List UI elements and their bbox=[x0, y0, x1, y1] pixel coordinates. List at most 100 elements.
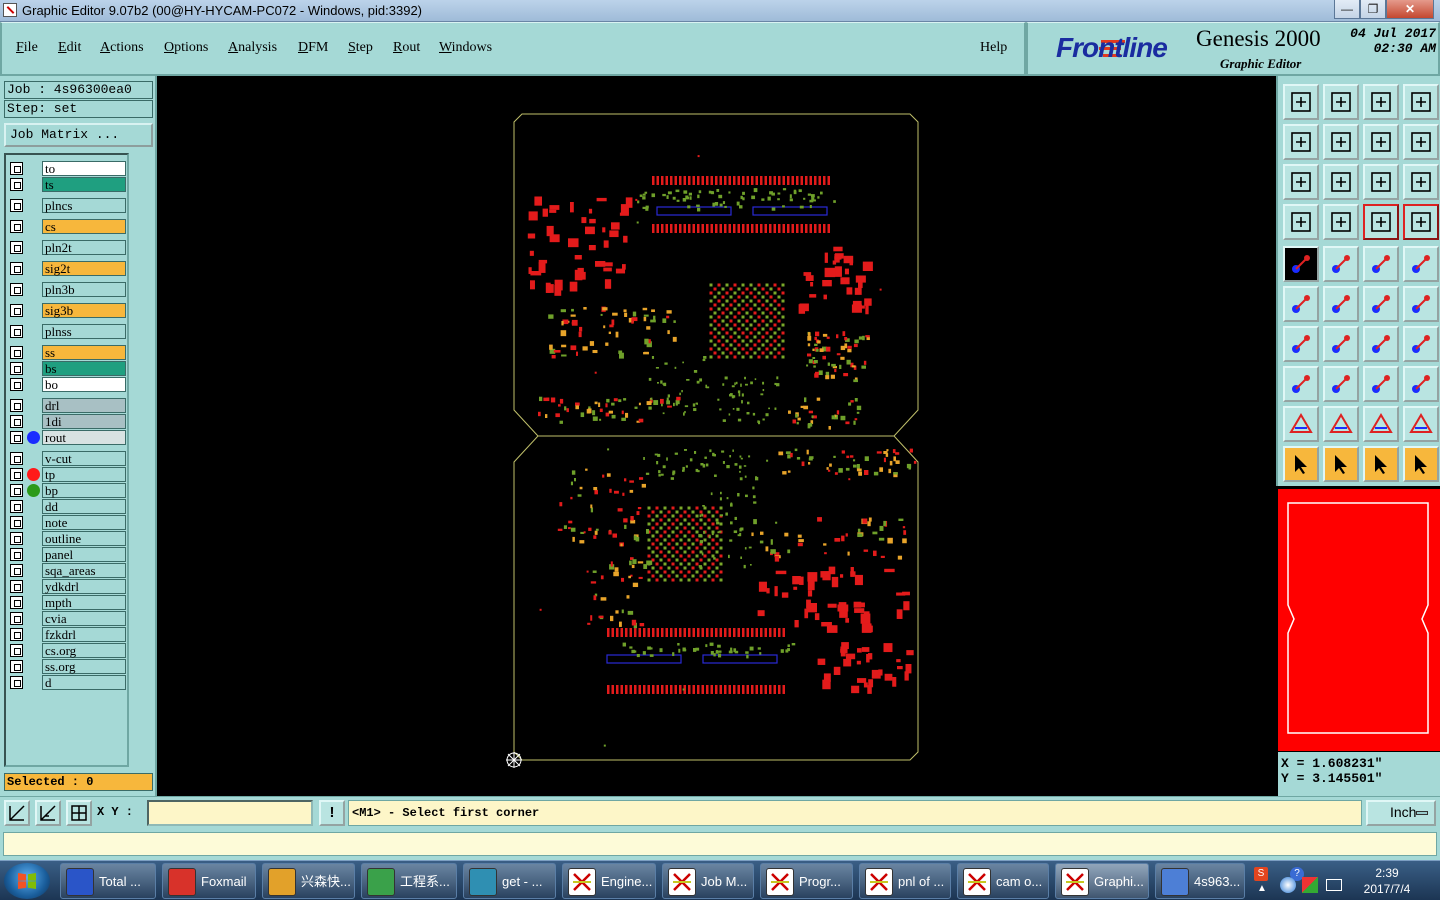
layer-checkbox[interactable] bbox=[10, 596, 23, 609]
layer-checkbox[interactable] bbox=[10, 532, 23, 545]
close-button[interactable]: ✕ bbox=[1386, 0, 1434, 19]
layer-name[interactable]: d bbox=[42, 675, 126, 690]
resize-icon[interactable] bbox=[1363, 366, 1399, 402]
layer-row-1di[interactable]: 1di bbox=[8, 414, 126, 429]
open-job-icon[interactable] bbox=[1283, 84, 1319, 120]
layer-name[interactable]: ss.org bbox=[42, 659, 126, 674]
menu-rout[interactable]: Rout bbox=[393, 40, 420, 56]
network-icon[interactable] bbox=[1326, 879, 1342, 891]
menu-windows[interactable]: Windows bbox=[439, 40, 492, 56]
layer-name[interactable]: sqa_areas bbox=[42, 563, 126, 578]
layer-row-sig2t[interactable]: sig2t bbox=[8, 261, 126, 276]
layer-checkbox[interactable] bbox=[10, 452, 23, 465]
layer-checkbox[interactable] bbox=[10, 178, 23, 191]
layer-checkbox[interactable] bbox=[10, 241, 23, 254]
layer-row-bp[interactable]: bp bbox=[8, 483, 126, 498]
layer-name[interactable]: fzkdrl bbox=[42, 627, 126, 642]
layer-row-bs[interactable]: bs bbox=[8, 361, 126, 376]
layer-checkbox[interactable] bbox=[10, 676, 23, 689]
taskbar-item[interactable]: get - ... bbox=[463, 863, 556, 899]
layer-name[interactable]: sig2t bbox=[42, 261, 126, 276]
layer-name[interactable]: ts bbox=[42, 177, 126, 192]
layer-checkbox[interactable] bbox=[10, 415, 23, 428]
menu-options[interactable]: Options bbox=[164, 40, 208, 56]
measure-tool-icon[interactable] bbox=[1283, 204, 1319, 240]
layer-row-bo[interactable]: bo bbox=[8, 377, 126, 392]
layer-row-panel[interactable]: panel bbox=[8, 547, 126, 562]
layer-name[interactable]: cvia bbox=[42, 611, 126, 626]
unit-selector[interactable]: Inch bbox=[1366, 800, 1436, 826]
save-icon[interactable] bbox=[1323, 84, 1359, 120]
layer-row-to[interactable]: to bbox=[8, 161, 126, 176]
layer-row-pln3b[interactable]: pln3b bbox=[8, 282, 126, 297]
layer-display-dot-icon[interactable] bbox=[27, 468, 40, 481]
delete-icon[interactable] bbox=[1323, 286, 1359, 322]
layer-name[interactable]: plnss bbox=[42, 324, 126, 339]
taskbar-item[interactable]: Job M... bbox=[662, 863, 754, 899]
layer-name[interactable]: cs bbox=[42, 219, 126, 234]
layer-name[interactable]: mpth bbox=[42, 595, 126, 610]
rotate-icon[interactable] bbox=[1363, 326, 1399, 362]
move-icon[interactable] bbox=[1283, 366, 1319, 402]
layer-row-cvia[interactable]: cvia bbox=[8, 611, 126, 626]
fit-icon[interactable] bbox=[1283, 164, 1319, 200]
import-icon[interactable] bbox=[1283, 124, 1319, 160]
home-icon[interactable] bbox=[1363, 84, 1399, 120]
angle-icon[interactable] bbox=[1283, 326, 1319, 362]
layer-row-note[interactable]: note bbox=[8, 515, 126, 530]
taskbar-item[interactable]: Engine... bbox=[562, 863, 656, 899]
layer-checkbox[interactable] bbox=[10, 362, 23, 375]
show-hidden-icons[interactable]: ▲ bbox=[1256, 883, 1268, 894]
triangle1-icon[interactable] bbox=[1283, 406, 1319, 442]
layer-checkbox[interactable] bbox=[10, 346, 23, 359]
layer-name[interactable]: ss bbox=[42, 345, 126, 360]
zoom-box-icon[interactable] bbox=[4, 800, 30, 826]
layer-checkbox[interactable] bbox=[10, 580, 23, 593]
xy-input[interactable] bbox=[147, 800, 313, 826]
layer-checkbox[interactable] bbox=[10, 162, 23, 175]
layer-checkbox[interactable] bbox=[10, 220, 23, 233]
layer-row-ts[interactable]: ts bbox=[8, 177, 126, 192]
layer-row-ydkdrl[interactable]: ydkdrl bbox=[8, 579, 126, 594]
layer-row-sig3b[interactable]: sig3b bbox=[8, 303, 126, 318]
layer-name[interactable]: plncs bbox=[42, 198, 126, 213]
tray-app-icon[interactable]: S bbox=[1254, 867, 1268, 881]
layer-name[interactable]: note bbox=[42, 515, 126, 530]
menu-actions[interactable]: Actions bbox=[100, 40, 144, 56]
layer-checkbox[interactable] bbox=[10, 612, 23, 625]
menu-step[interactable]: Step bbox=[348, 40, 373, 56]
minus-icon[interactable] bbox=[1323, 366, 1359, 402]
layer-checkbox[interactable] bbox=[10, 399, 23, 412]
connect-icon[interactable] bbox=[1283, 286, 1319, 322]
layer-name[interactable]: 1di bbox=[42, 414, 126, 429]
layer-name[interactable]: rout bbox=[42, 430, 126, 445]
menu-help[interactable]: Help bbox=[980, 40, 1007, 56]
layer-row-v-cut[interactable]: v-cut bbox=[8, 451, 126, 466]
maximize-button[interactable]: ❐ bbox=[1360, 0, 1386, 19]
menu-file[interactable]: File bbox=[16, 40, 38, 56]
layer-name[interactable]: cs.org bbox=[42, 643, 126, 658]
layer-checkbox[interactable] bbox=[10, 484, 23, 497]
taskbar-item[interactable]: Total ... bbox=[60, 863, 156, 899]
camera-icon[interactable] bbox=[1283, 246, 1319, 282]
pcb-view[interactable] bbox=[157, 76, 1276, 796]
layer-checkbox[interactable] bbox=[10, 304, 23, 317]
pointer-icon[interactable] bbox=[1283, 446, 1319, 482]
layer-checkbox[interactable] bbox=[10, 262, 23, 275]
layer-checkbox[interactable] bbox=[10, 644, 23, 657]
copy-icon[interactable] bbox=[1403, 366, 1439, 402]
minimize-button[interactable]: — bbox=[1334, 0, 1360, 19]
layer-row-cs.org[interactable]: cs.org bbox=[8, 643, 126, 658]
layer-checkbox[interactable] bbox=[10, 516, 23, 529]
taskbar-item[interactable]: Graphi... bbox=[1055, 863, 1149, 899]
layer-display-dot-icon[interactable] bbox=[27, 484, 40, 497]
triangle2-icon[interactable] bbox=[1323, 406, 1359, 442]
layer-checkbox[interactable] bbox=[10, 283, 23, 296]
triangle4-icon[interactable] bbox=[1403, 406, 1439, 442]
start-button[interactable] bbox=[4, 863, 50, 899]
layer-name[interactable]: to bbox=[42, 161, 126, 176]
layer-name[interactable]: outline bbox=[42, 531, 126, 546]
swap-icon[interactable] bbox=[1363, 124, 1399, 160]
layer-red-icon[interactable] bbox=[1363, 204, 1399, 240]
layer-row-tp[interactable]: tp bbox=[8, 467, 126, 482]
